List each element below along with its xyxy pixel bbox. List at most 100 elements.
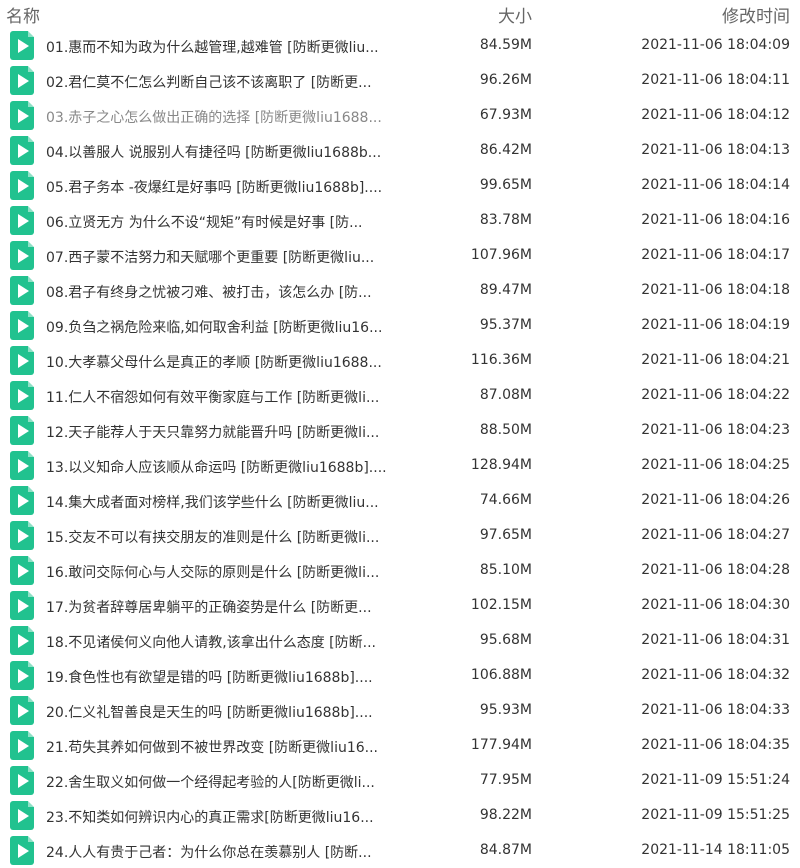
file-row[interactable]: 03.赤子之心怎么做出正确的选择 [防断更微liu1688... 67.93M 20… <box>0 98 800 133</box>
file-row[interactable]: 20.仁义礼智善良是天生的吗 [防断更微liu1688b].... 95.93M 2… <box>0 693 800 728</box>
file-row[interactable]: 09.负刍之祸危险来临,如何取舍利益 [防断更微liu16... 95.37M 20… <box>0 308 800 343</box>
file-size: 98.22M <box>479 807 532 823</box>
file-row[interactable]: 04.以善服人 说服别人有捷径吗 [防断更微liu1688b... 86.42M 2… <box>0 133 800 168</box>
file-name: 12.天子能荐人于天只靠努力就能晋升吗 [防断更微li... <box>46 425 380 441</box>
file-list-header: 名称 大小 修改时间 <box>0 0 800 28</box>
file-row[interactable]: 13.以义知命人应该顺从命运吗 [防断更微liu1688b].... 128.94… <box>0 448 800 483</box>
file-modified-time: 2021-11-06 18:04:22 <box>641 387 790 403</box>
file-list: 01.惠而不知为政为什么越管理,越难管 [防断更微liu... 84.59M 202… <box>0 28 800 868</box>
file-size: 67.93M <box>479 107 532 123</box>
file-row[interactable]: 15.交友不可以有挟交朋友的准则是什么 [防断更微li... 97.65M 2021… <box>0 518 800 553</box>
video-file-icon <box>10 626 34 655</box>
play-icon <box>18 109 29 123</box>
play-icon <box>18 774 29 788</box>
video-file-icon <box>10 836 34 865</box>
file-name: 14.集大成者面对榜样,我们该学些什么 [防断更微liu... <box>46 495 379 511</box>
play-icon <box>18 424 29 438</box>
play-icon <box>18 249 29 263</box>
video-file-icon <box>10 276 34 305</box>
video-file-icon <box>10 696 34 725</box>
file-name: 18.不见诸侯何义向他人请教,该拿出什么态度 [防断... <box>46 635 376 651</box>
video-file-icon <box>10 486 34 515</box>
file-modified-time: 2021-11-09 15:51:25 <box>641 807 790 823</box>
play-icon <box>18 599 29 613</box>
video-file-icon <box>10 521 34 550</box>
file-row[interactable]: 17.为贫者辞尊居卑躺平的正确姿势是什么 [防断更... 102.15M 2021-… <box>0 588 800 623</box>
file-row[interactable]: 01.惠而不知为政为什么越管理,越难管 [防断更微liu... 84.59M 202… <box>0 28 800 63</box>
file-name: 19.食色性也有欲望是错的吗 [防断更微liu1688b].... <box>46 670 373 686</box>
play-icon <box>18 739 29 753</box>
file-row[interactable]: 14.集大成者面对榜样,我们该学些什么 [防断更微liu... 74.66M 202… <box>0 483 800 518</box>
column-header-size[interactable]: 大小 <box>498 2 532 27</box>
file-row[interactable]: 08.君子有终身之忧被刁难、被打击，该怎么办 [防... 89.47M 2021-1… <box>0 273 800 308</box>
file-size: 95.37M <box>479 317 532 333</box>
file-name: 20.仁义礼智善良是天生的吗 [防断更微liu1688b].... <box>46 705 373 721</box>
file-row[interactable]: 05.君子务本 -夜爆红是好事吗 [防断更微liu1688b].... 99.65… <box>0 168 800 203</box>
file-name: 17.为贫者辞尊居卑躺平的正确姿势是什么 [防断更... <box>46 600 372 616</box>
file-modified-time: 2021-11-06 18:04:33 <box>641 702 790 718</box>
play-icon <box>18 459 29 473</box>
file-row[interactable]: 23.不知类如何辨识内心的真正需求[防断更微liu16... 98.22M 2021… <box>0 798 800 833</box>
file-modified-time: 2021-11-06 18:04:12 <box>641 107 790 123</box>
file-size: 95.68M <box>479 632 532 648</box>
file-size: 74.66M <box>479 492 532 508</box>
file-size: 88.50M <box>479 422 532 438</box>
file-modified-time: 2021-11-06 18:04:27 <box>641 527 790 543</box>
file-row[interactable]: 24.人人有贵于己者：为什么你总在羡慕别人 [防断... 84.87M 2021-1… <box>0 833 800 868</box>
video-file-icon <box>10 451 34 480</box>
file-row[interactable]: 19.食色性也有欲望是错的吗 [防断更微liu1688b].... 106.88M… <box>0 658 800 693</box>
play-icon <box>18 39 29 53</box>
file-row[interactable]: 22.舍生取义如何做一个经得起考验的人[防断更微li... 77.95M 2021-… <box>0 763 800 798</box>
play-icon <box>18 389 29 403</box>
file-modified-time: 2021-11-06 18:04:18 <box>641 282 790 298</box>
file-row[interactable]: 12.天子能荐人于天只靠努力就能晋升吗 [防断更微li... 88.50M 2021… <box>0 413 800 448</box>
file-row[interactable]: 06.立贤无方 为什么不设“规矩”有时候是好事 [防... 83.78M 2021-… <box>0 203 800 238</box>
file-modified-time: 2021-11-06 18:04:35 <box>641 737 790 753</box>
play-icon <box>18 319 29 333</box>
file-row[interactable]: 21.苟失其养如何做到不被世界改变 [防断更微liu16... 177.94M 20… <box>0 728 800 763</box>
file-modified-time: 2021-11-06 18:04:09 <box>641 37 790 53</box>
play-icon <box>18 144 29 158</box>
file-name: 01.惠而不知为政为什么越管理,越难管 [防断更微liu... <box>46 40 379 56</box>
file-name: 08.君子有终身之忧被刁难、被打击，该怎么办 [防... <box>46 285 372 301</box>
file-modified-time: 2021-11-06 18:04:21 <box>641 352 790 368</box>
file-modified-time: 2021-11-06 18:04:14 <box>641 177 790 193</box>
file-name: 22.舍生取义如何做一个经得起考验的人[防断更微li... <box>46 775 375 791</box>
file-name: 06.立贤无方 为什么不设“规矩”有时候是好事 [防... <box>46 215 363 231</box>
file-row[interactable]: 07.西子蒙不洁努力和天赋哪个更重要 [防断更微liu... 107.96M 202… <box>0 238 800 273</box>
file-row[interactable]: 11.仁人不宿怨如何有效平衡家庭与工作 [防断更微li... 87.08M 2021… <box>0 378 800 413</box>
file-size: 107.96M <box>470 247 532 263</box>
file-modified-time: 2021-11-06 18:04:31 <box>641 632 790 648</box>
play-icon <box>18 564 29 578</box>
video-file-icon <box>10 136 34 165</box>
video-file-icon <box>10 801 34 830</box>
file-name: 15.交友不可以有挟交朋友的准则是什么 [防断更微li... <box>46 530 380 546</box>
file-size: 84.59M <box>479 37 532 53</box>
file-size: 77.95M <box>479 772 532 788</box>
file-name: 03.赤子之心怎么做出正确的选择 [防断更微liu1688... <box>46 110 382 126</box>
file-size: 99.65M <box>479 177 532 193</box>
file-size: 87.08M <box>479 387 532 403</box>
file-name: 04.以善服人 说服别人有捷径吗 [防断更微liu1688b... <box>46 145 382 161</box>
video-file-icon <box>10 591 34 620</box>
file-row[interactable]: 02.君仁莫不仁怎么判断自己该不该离职了 [防断更... 96.26M 2021-1… <box>0 63 800 98</box>
play-icon <box>18 214 29 228</box>
file-modified-time: 2021-11-06 18:04:26 <box>641 492 790 508</box>
column-header-time[interactable]: 修改时间 <box>722 2 790 27</box>
video-file-icon <box>10 661 34 690</box>
video-file-icon <box>10 206 34 235</box>
file-size: 128.94M <box>470 457 532 473</box>
video-file-icon <box>10 556 34 585</box>
file-modified-time: 2021-11-09 15:51:24 <box>641 772 790 788</box>
file-size: 83.78M <box>479 212 532 228</box>
file-row[interactable]: 16.敢问交际何心与人交际的原则是什么 [防断更微li... 85.10M 2021… <box>0 553 800 588</box>
play-icon <box>18 494 29 508</box>
file-row[interactable]: 18.不见诸侯何义向他人请教,该拿出什么态度 [防断... 95.68M 2021-… <box>0 623 800 658</box>
file-name: 05.君子务本 -夜爆红是好事吗 [防断更微liu1688b].... <box>46 180 383 196</box>
play-icon <box>18 809 29 823</box>
file-modified-time: 2021-11-06 18:04:30 <box>641 597 790 613</box>
file-row[interactable]: 10.大孝慕父母什么是真正的孝顺 [防断更微liu1688... 116.36M 2… <box>0 343 800 378</box>
play-icon <box>18 669 29 683</box>
file-name: 13.以义知命人应该顺从命运吗 [防断更微liu1688b].... <box>46 460 387 476</box>
column-header-name[interactable]: 名称 <box>6 2 40 27</box>
